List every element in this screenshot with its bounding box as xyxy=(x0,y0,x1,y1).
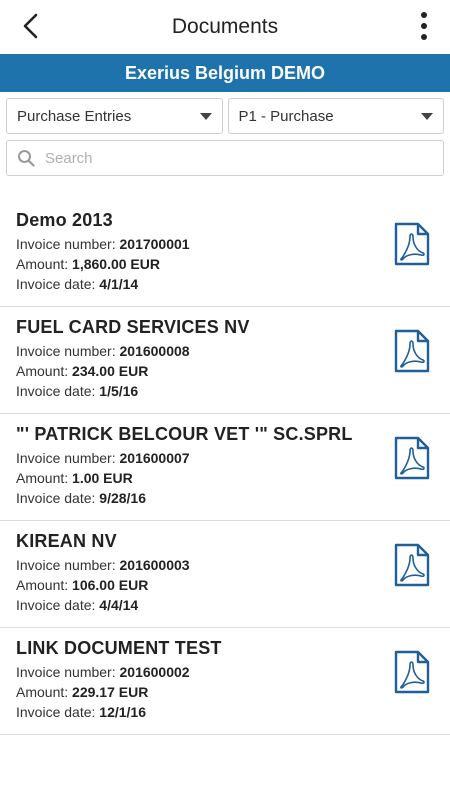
invoice-date-value: 1/5/16 xyxy=(99,383,139,399)
invoice-number-label: Invoice number: xyxy=(16,557,120,573)
document-info: LINK DOCUMENT TEST Invoice number: 20160… xyxy=(16,638,222,722)
invoice-date-label: Invoice date: xyxy=(16,704,100,720)
amount-row: Amount: 106.00 EUR xyxy=(16,575,190,595)
invoice-number-row: Invoice number: 201600007 xyxy=(16,448,353,468)
invoice-number-label: Invoice number: xyxy=(16,236,120,252)
invoice-date-value: 4/1/14 xyxy=(99,276,139,292)
company-name: Exerius Belgium DEMO xyxy=(124,62,326,83)
document-list: Demo 2013 Invoice number: 201700001 Amou… xyxy=(0,200,450,735)
document-list-item[interactable]: LINK DOCUMENT TEST Invoice number: 20160… xyxy=(0,628,450,735)
pdf-icon[interactable] xyxy=(392,650,432,694)
document-name: "' PATRICK BELCOUR VET '" SC.SPRL xyxy=(16,424,353,444)
invoice-date-label: Invoice date: xyxy=(16,597,100,613)
invoice-date-row: Invoice date: 4/1/14 xyxy=(16,274,190,294)
page-title: Documents xyxy=(171,15,279,38)
amount-row: Amount: 229.17 EUR xyxy=(16,682,222,702)
caret-down-icon xyxy=(421,112,433,120)
invoice-number-value: 201600007 xyxy=(119,450,190,466)
invoice-number-label: Invoice number: xyxy=(16,450,120,466)
document-info: FUEL CARD SERVICES NV Invoice number: 20… xyxy=(16,317,250,401)
invoice-number-value: 201600002 xyxy=(119,664,190,680)
more-vertical-icon xyxy=(421,12,427,40)
caret-down-icon xyxy=(199,112,212,120)
amount-label: Amount: xyxy=(16,577,73,593)
document-list-item[interactable]: Demo 2013 Invoice number: 201700001 Amou… xyxy=(0,200,450,307)
document-type-select[interactable]: Purchase Entries xyxy=(6,98,223,134)
amount-label: Amount: xyxy=(16,684,73,700)
amount-row: Amount: 1,860.00 EUR xyxy=(16,254,190,274)
invoice-date-label: Invoice date: xyxy=(16,490,100,506)
invoice-date-row: Invoice date: 9/28/16 xyxy=(16,488,353,508)
pdf-icon[interactable] xyxy=(392,543,432,587)
invoice-number-label: Invoice number: xyxy=(16,343,120,359)
invoice-date-row: Invoice date: 12/1/16 xyxy=(16,702,222,722)
document-info: Demo 2013 Invoice number: 201700001 Amou… xyxy=(16,210,190,294)
amount-value: 106.00 EUR xyxy=(72,577,149,593)
journal-select[interactable]: P1 - Purchase xyxy=(227,98,444,134)
invoice-number-row: Invoice number: 201600002 xyxy=(16,662,222,682)
back-button[interactable] xyxy=(14,8,46,44)
invoice-number-value: 201600003 xyxy=(119,557,190,573)
amount-value: 1,860.00 EUR xyxy=(72,256,160,272)
document-name: LINK DOCUMENT TEST xyxy=(16,638,222,658)
amount-value: 234.00 EUR xyxy=(72,363,149,379)
chevron-left-icon xyxy=(23,13,38,39)
search-icon xyxy=(18,150,35,167)
document-name: KIREAN NV xyxy=(16,531,117,551)
top-bar: Documents xyxy=(0,0,450,54)
invoice-date-value: 12/1/16 xyxy=(99,704,146,720)
invoice-number-row: Invoice number: 201600003 xyxy=(16,555,190,575)
invoice-number-label: Invoice number: xyxy=(16,664,120,680)
document-list-item[interactable]: FUEL CARD SERVICES NV Invoice number: 20… xyxy=(0,307,450,414)
amount-value: 229.17 EUR xyxy=(72,684,149,700)
amount-label: Amount: xyxy=(16,363,73,379)
search-box[interactable] xyxy=(6,140,444,176)
invoice-date-value: 9/28/16 xyxy=(99,490,146,506)
invoice-date-value: 4/4/14 xyxy=(99,597,139,613)
pdf-icon[interactable] xyxy=(392,222,432,266)
company-banner: Exerius Belgium DEMO xyxy=(0,54,450,92)
amount-value: 1.00 EUR xyxy=(72,470,133,486)
search-input[interactable] xyxy=(45,149,433,167)
amount-label: Amount: xyxy=(16,256,73,272)
amount-label: Amount: xyxy=(16,470,73,486)
document-info: "' PATRICK BELCOUR VET '" SC.SPRL Invoic… xyxy=(16,424,353,508)
overflow-menu-button[interactable] xyxy=(408,8,440,44)
amount-row: Amount: 1.00 EUR xyxy=(16,468,353,488)
amount-row: Amount: 234.00 EUR xyxy=(16,361,250,381)
invoice-date-row: Invoice date: 1/5/16 xyxy=(16,381,250,401)
invoice-number-row: Invoice number: 201600008 xyxy=(16,341,250,361)
pdf-icon[interactable] xyxy=(392,329,432,373)
invoice-number-value: 201700001 xyxy=(119,236,190,252)
invoice-date-row: Invoice date: 4/4/14 xyxy=(16,595,190,615)
pdf-icon[interactable] xyxy=(392,436,432,480)
invoice-date-label: Invoice date: xyxy=(16,276,100,292)
invoice-number-row: Invoice number: 201700001 xyxy=(16,234,190,254)
document-list-item[interactable]: "' PATRICK BELCOUR VET '" SC.SPRL Invoic… xyxy=(0,414,450,521)
filter-row: Purchase Entries P1 - Purchase xyxy=(0,92,450,134)
document-type-value: Purchase Entries xyxy=(17,107,132,125)
invoice-date-label: Invoice date: xyxy=(16,383,100,399)
journal-value: P1 - Purchase xyxy=(238,107,334,125)
document-name: FUEL CARD SERVICES NV xyxy=(16,317,250,337)
document-info: KIREAN NV Invoice number: 201600003 Amou… xyxy=(16,531,190,615)
invoice-number-value: 201600008 xyxy=(119,343,190,359)
document-name: Demo 2013 xyxy=(16,210,113,230)
document-list-item[interactable]: KIREAN NV Invoice number: 201600003 Amou… xyxy=(0,521,450,628)
